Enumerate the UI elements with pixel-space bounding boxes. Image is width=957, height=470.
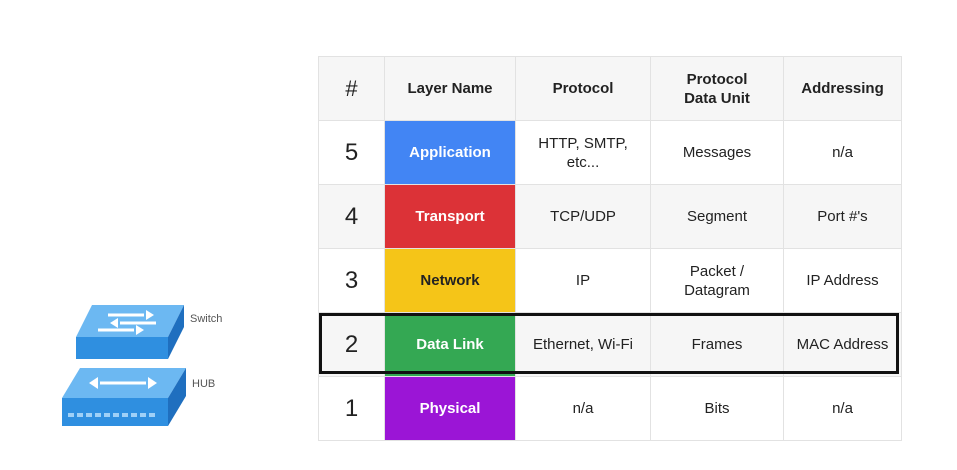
addressing-cell: IP Address [783,248,902,313]
addressing-cell: n/a [783,120,902,185]
layer-number: 5 [318,120,385,185]
pdu-cell: Frames [650,312,784,377]
layer-name-cell: Physical [384,376,516,441]
table-row: 4 Transport TCP/UDP Segment Port #'s [318,184,902,249]
layer-number: 1 [318,376,385,441]
table-header-row: # Layer Name Protocol Protocol Data Unit… [318,56,902,121]
protocol-cell: n/a [515,376,651,441]
switch-icon [76,305,184,359]
hub-icon [62,368,186,426]
addressing-cell: MAC Address [783,312,902,377]
layer-name-cell: Data Link [384,312,516,377]
layer-name-cell: Application [384,120,516,185]
switch-label: Switch [190,313,223,325]
protocol-cell: Ethernet, Wi-Fi [515,312,651,377]
pdu-cell: Bits [650,376,784,441]
layer-name-cell: Network [384,248,516,313]
header-protocol: Protocol [515,56,651,121]
table-row: 2 Data Link Ethernet, Wi-Fi Frames MAC Addre… [318,312,902,377]
osi-layer-table: # Layer Name Protocol Protocol Data Unit… [318,56,902,441]
header-number: # [318,56,385,121]
protocol-cell: TCP/UDP [515,184,651,249]
hub-label: HUB [192,378,216,390]
table-row: 3 Network IP Packet / Datagram IP Address [318,248,902,313]
layer-name-cell: Transport [384,184,516,249]
table-row: 5 Application HTTP, SMTP, etc... Messages n/… [318,120,902,185]
addressing-cell: n/a [783,376,902,441]
header-addressing: Addressing [783,56,902,121]
pdu-cell: Messages [650,120,784,185]
pdu-cell: Packet / Datagram [650,248,784,313]
protocol-cell: IP [515,248,651,313]
layer-number: 3 [318,248,385,313]
table-row: 1 Physical n/a Bits n/a [318,376,902,441]
pdu-cell: Segment [650,184,784,249]
layer-number: 2 [318,312,385,377]
header-pdu: Protocol Data Unit [650,56,784,121]
addressing-cell: Port #'s [783,184,902,249]
header-layer-name: Layer Name [384,56,516,121]
protocol-cell: HTTP, SMTP, etc... [515,120,651,185]
layer-number: 4 [318,184,385,249]
